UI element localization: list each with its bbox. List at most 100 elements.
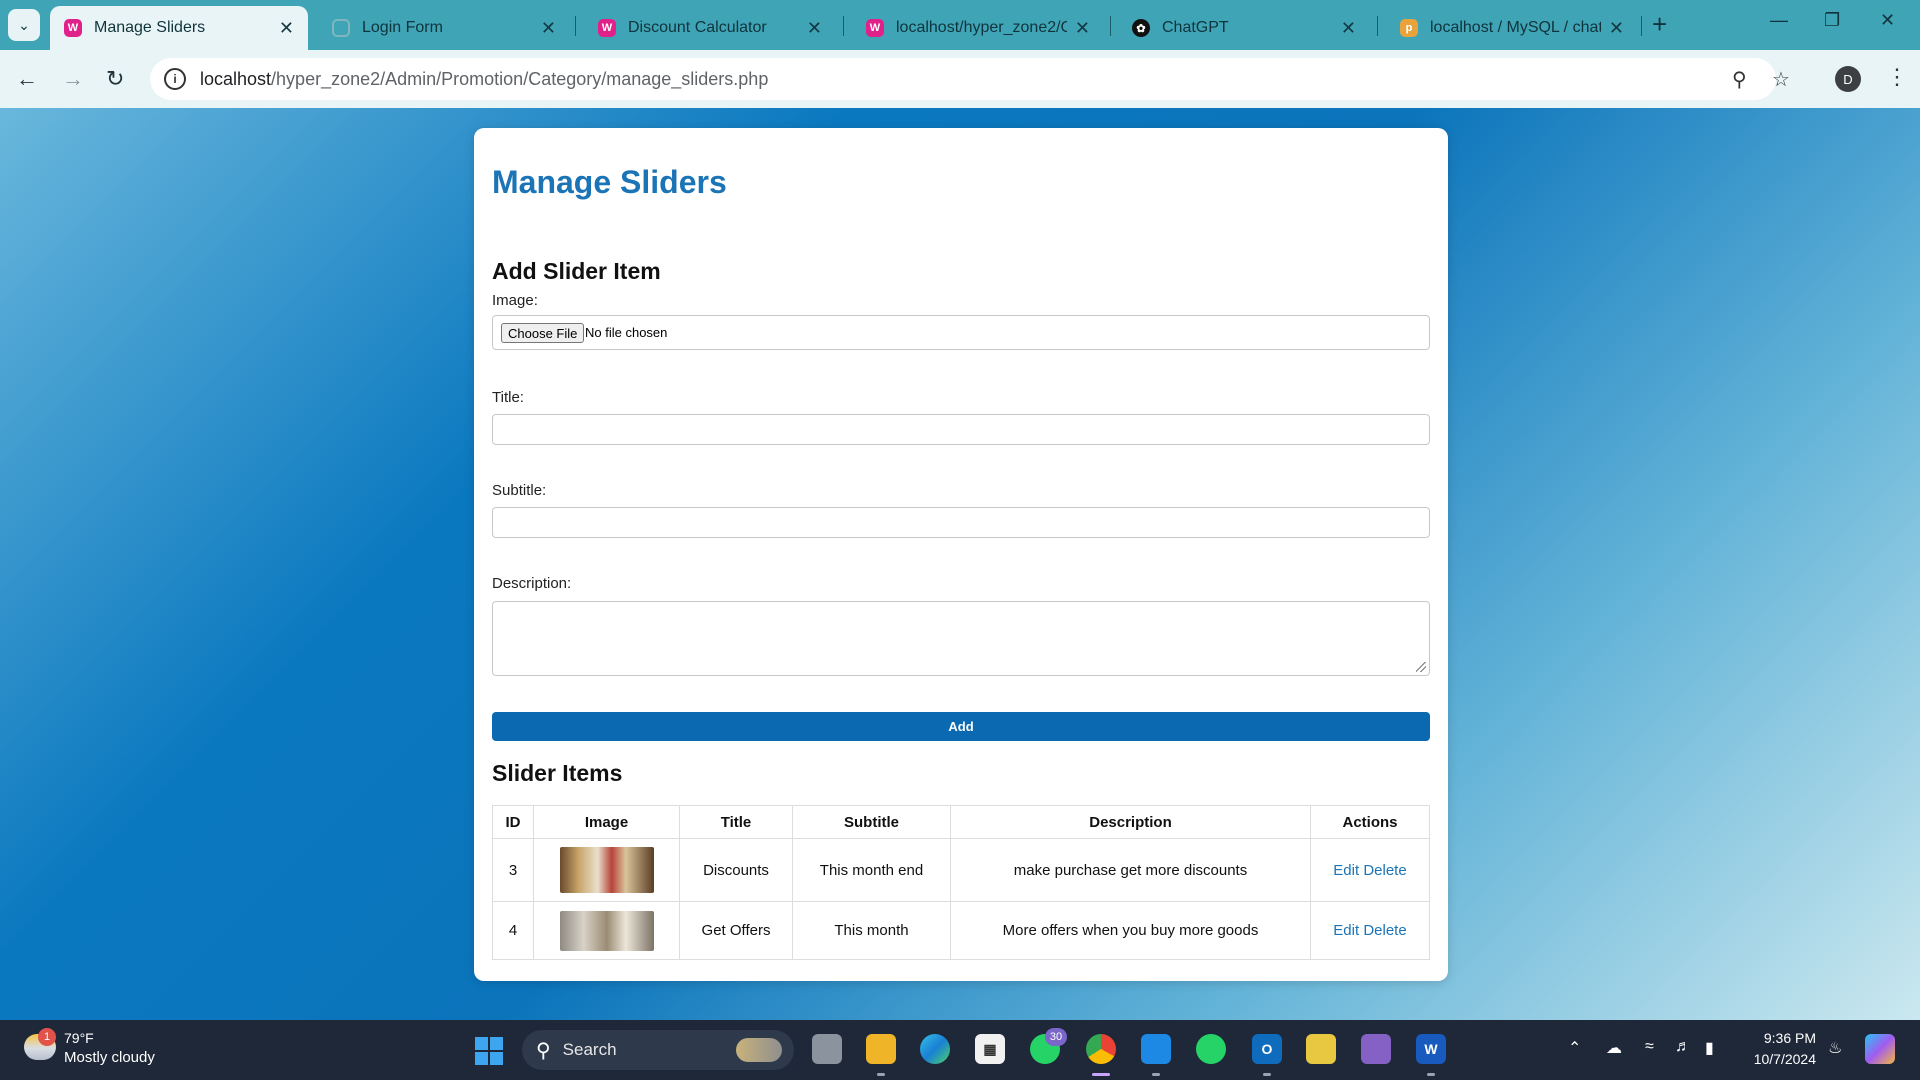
choose-file-button[interactable]: Choose File [501,323,585,343]
add-slider-heading: Add Slider Item [492,258,661,284]
windows-taskbar: 1 79°F Mostly cloudy ⚲ Search ▦ 30 O W ⌃… [0,1020,1920,1080]
restore-icon[interactable]: ❐ [1824,10,1840,31]
cell-id: 4 [492,901,534,960]
vscode-icon[interactable] [1141,1034,1171,1064]
minimize-icon[interactable]: — [1770,10,1788,31]
notification-bell-icon[interactable]: ♨ [1828,1038,1842,1058]
new-tab-plus-icon[interactable]: + [1652,11,1667,37]
volume-icon[interactable]: ♬ [1675,1038,1691,1056]
back-arrow-icon[interactable]: ← [16,65,38,93]
tab-manage-sliders[interactable]: W Manage Sliders ✕ [50,6,308,50]
close-icon[interactable]: ✕ [541,18,556,39]
address-bar[interactable]: i localhost/hyper_zone2/Admin/Promotion/… [150,58,1790,100]
cell-subtitle: This month end [792,838,951,902]
subtitle-input[interactable] [492,507,1430,538]
title-input[interactable] [492,414,1430,445]
active-indicator [1092,1073,1110,1076]
profile-avatar[interactable]: D [1835,66,1861,92]
weather-badge: 1 [38,1028,56,1046]
close-icon[interactable]: ✕ [1075,18,1090,39]
cell-image [533,838,680,902]
close-window-icon[interactable]: ✕ [1880,10,1895,31]
tab-separator [1377,16,1378,36]
edit-link[interactable]: Edit [1333,922,1359,939]
tab-title: localhost/hyper_zone2/Cu [896,19,1067,36]
url-text: localhost/hyper_zone2/Admin/Promotion/Ca… [200,69,768,90]
whatsapp-icon[interactable] [1196,1034,1226,1064]
chrome-icon[interactable] [1086,1034,1116,1064]
slider-thumbnail [559,847,654,893]
tab-phpmyadmin[interactable]: p localhost / MySQL / chata ✕ [1386,6,1638,50]
cell-description: make purchase get more discounts [950,838,1311,902]
tab-login-form[interactable]: Login Form ✕ [318,6,570,50]
zoom-icon[interactable]: ⚲ [1732,67,1747,92]
onedrive-offline-icon[interactable]: ☁ [1606,1038,1622,1058]
running-indicator [1152,1073,1160,1076]
clock-date[interactable]: 10/7/2024 [1744,1051,1816,1067]
cell-title: Get Offers [679,901,793,960]
close-icon[interactable]: ✕ [1341,18,1356,39]
wamp-icon: W [866,19,884,37]
globe-icon [332,19,350,37]
visual-studio-icon[interactable] [1361,1034,1391,1064]
tab-title: Manage Sliders [94,19,206,36]
word-icon[interactable]: W [1416,1034,1446,1064]
description-textarea[interactable] [492,601,1430,676]
delete-link[interactable]: Delete [1363,922,1406,939]
tab-title: localhost / MySQL / chata [1430,19,1601,36]
show-hidden-icons-chevron-icon[interactable]: ⌃ [1568,1038,1581,1058]
slider-thumbnail [559,910,654,951]
more-menu-icon[interactable]: ⋮ [1886,64,1908,90]
battery-icon[interactable]: ▮ [1705,1038,1714,1058]
title-label: Title: [492,389,524,406]
microsoft-store-icon[interactable]: ▦ [975,1034,1005,1064]
cell-id: 3 [492,838,534,902]
url-path: /hyper_zone2/Admin/Promotion/Category/ma… [271,68,769,89]
chevron-down-icon: ⌄ [18,16,30,33]
tab-localhost-cu[interactable]: W localhost/hyper_zone2/Cu ✕ [852,6,1104,50]
task-view-icon[interactable] [812,1034,842,1064]
image-file-input[interactable]: Choose File No file chosen [492,315,1430,350]
reload-icon[interactable]: ↻ [106,65,124,93]
cell-actions: Edit Delete [1310,838,1430,902]
browser-tab-strip: ⌄ W Manage Sliders ✕ Login Form ✕ W Disc… [0,0,1920,50]
bookmark-star-icon[interactable]: ☆ [1772,67,1790,92]
outlook-icon[interactable]: O [1252,1034,1282,1064]
clock-time[interactable]: 9:36 PM [1758,1030,1816,1046]
close-icon[interactable]: ✕ [807,18,822,39]
table-row: 3 Discounts This month end make purchase… [492,838,1430,902]
cell-image [533,901,680,960]
add-button[interactable]: Add [492,712,1430,741]
close-icon[interactable]: ✕ [279,18,294,39]
header-description: Description [950,805,1311,839]
wamp-icon: W [598,19,616,37]
tab-search-button[interactable]: ⌄ [8,9,40,41]
site-info-icon[interactable]: i [164,68,186,90]
tab-separator [843,16,844,36]
windows-start-icon[interactable] [475,1037,503,1065]
running-indicator [1263,1073,1271,1076]
edit-link[interactable]: Edit [1333,862,1359,879]
tab-chatgpt[interactable]: ✿ ChatGPT ✕ [1118,6,1370,50]
slider-items-table: ID Image Title Subtitle Description Acti… [492,805,1430,960]
close-icon[interactable]: ✕ [1609,18,1624,39]
header-actions: Actions [1310,805,1430,839]
forward-arrow-icon[interactable]: → [62,65,84,93]
file-explorer-icon[interactable] [866,1034,896,1064]
tab-separator [575,16,576,36]
description-label: Description: [492,575,572,592]
cell-description: More offers when you buy more goods [950,901,1311,960]
search-label: Search [562,1040,617,1059]
whatsapp-badge: 30 [1045,1028,1067,1046]
delete-link[interactable]: Delete [1363,862,1406,879]
sticky-app-icon[interactable] [1306,1034,1336,1064]
wifi-icon[interactable]: ≈ [1645,1038,1654,1056]
tab-discount-calculator[interactable]: W Discount Calculator ✕ [584,6,836,50]
copilot-icon[interactable] [1865,1034,1895,1064]
resize-handle-icon[interactable] [1416,662,1426,672]
weather-description[interactable]: Mostly cloudy [64,1049,155,1066]
slider-items-heading: Slider Items [492,760,623,786]
edge-icon[interactable] [920,1034,950,1064]
weather-temperature[interactable]: 79°F [64,1030,94,1046]
taskbar-search[interactable]: ⚲ Search [522,1030,794,1070]
